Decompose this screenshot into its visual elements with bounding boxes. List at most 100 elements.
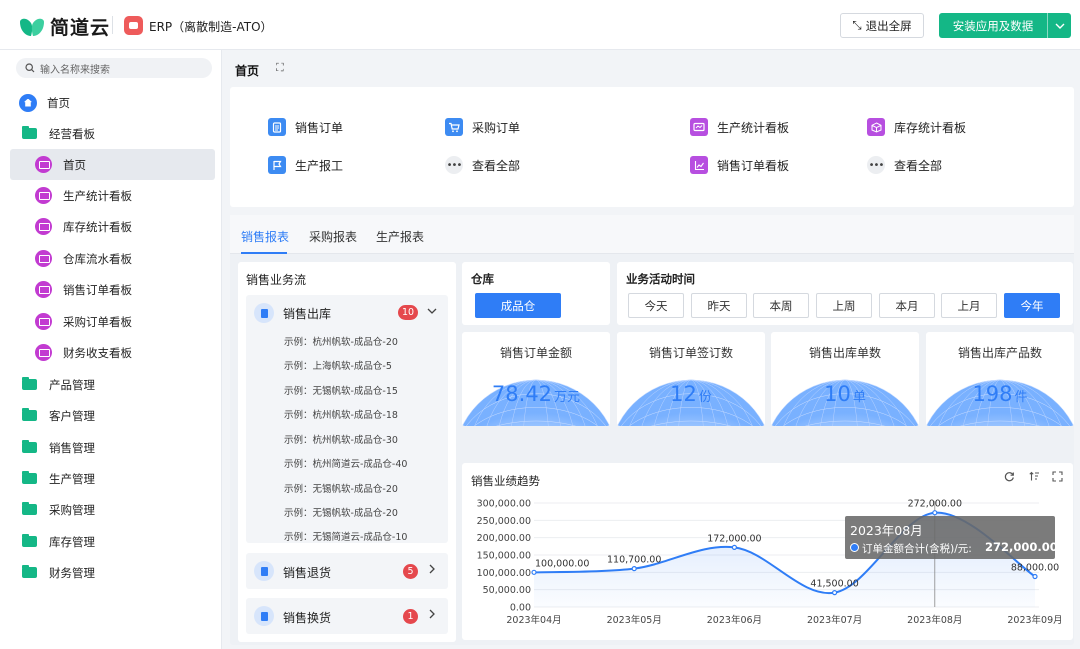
count-badge: 5 bbox=[403, 564, 418, 579]
search-input[interactable]: 输入名称来搜索 bbox=[16, 58, 212, 78]
flag-icon bbox=[268, 156, 286, 174]
sidebar-item-inventory-stats[interactable]: 库存统计看板 bbox=[10, 211, 215, 242]
sidebar-item-warehouse-flow[interactable]: 仓库流水看板 bbox=[10, 243, 215, 274]
kpi-title: 销售出库单数 bbox=[808, 346, 881, 360]
quick-link-view-all-2[interactable]: ••• 查看全部 bbox=[867, 156, 942, 174]
data-point[interactable] bbox=[631, 566, 637, 572]
quick-link-production-stats[interactable]: 生产统计看板 bbox=[690, 118, 789, 136]
sidebar-item-products[interactable]: 产品管理 bbox=[10, 369, 215, 400]
sidebar-item-purchase-orders-dashboard[interactable]: 采购订单看板 bbox=[10, 306, 215, 337]
tab-purchase-report[interactable]: 采购报表 bbox=[309, 228, 357, 245]
sidebar-item-inventory[interactable]: 库存管理 bbox=[10, 526, 215, 557]
sidebar-item-production-stats[interactable]: 生产统计看板 bbox=[10, 180, 215, 211]
data-point[interactable] bbox=[932, 510, 938, 516]
page-title: 首页 bbox=[235, 64, 260, 78]
flow-group-header[interactable]: 销售出库 10 bbox=[246, 295, 448, 327]
flow-group-label: 销售退货 bbox=[283, 566, 332, 580]
time-option-yesterday[interactable]: 昨天 bbox=[691, 293, 747, 318]
chart-icon bbox=[690, 156, 708, 174]
kpi-value: 78.42 万元 bbox=[462, 382, 610, 406]
sidebar-item-sales-orders-dashboard[interactable]: 销售订单看板 bbox=[10, 274, 215, 305]
kpi-value: 12 份 bbox=[617, 382, 765, 406]
data-point[interactable] bbox=[1032, 573, 1038, 580]
dashboard-icon bbox=[34, 281, 52, 298]
quick-link-production-report[interactable]: 生产报工 bbox=[268, 156, 343, 174]
dashboard-icon bbox=[34, 218, 52, 235]
chevron-down-icon[interactable] bbox=[1047, 13, 1071, 38]
quick-link-label: 库存统计看板 bbox=[894, 120, 967, 135]
data-point[interactable] bbox=[731, 544, 737, 550]
list-item[interactable]: 示例：无锡简道云-成品仓-10 bbox=[284, 529, 407, 543]
sidebar-item-label: 采购管理 bbox=[49, 502, 95, 517]
quick-link-label: 生产统计看板 bbox=[717, 120, 790, 135]
sidebar-item-label: 经营看板 bbox=[49, 126, 95, 141]
time-option-this-month[interactable]: 本月 bbox=[879, 293, 935, 318]
list-item[interactable]: 示例：无锡帆软-成品仓-20 bbox=[284, 505, 398, 519]
time-option-this-year[interactable]: 今年 bbox=[1004, 293, 1060, 318]
data-point[interactable] bbox=[832, 590, 838, 596]
x-tick-label: 2023年06月 bbox=[707, 614, 762, 626]
active-tab-indicator bbox=[241, 252, 287, 254]
sidebar-item-home[interactable]: 首页 bbox=[10, 87, 215, 118]
quick-link-view-all[interactable]: ••• 查看全部 bbox=[445, 156, 520, 174]
data-point[interactable] bbox=[531, 569, 537, 575]
y-tick-label: 100,000.00 bbox=[477, 568, 531, 579]
list-item[interactable]: 示例：无锡帆软-成品仓-20 bbox=[284, 481, 398, 495]
sidebar-item-label: 销售订单看板 bbox=[63, 282, 132, 297]
kpi-unit: 件 bbox=[1014, 390, 1028, 405]
top-bar: 简道云 ERP（离散制造-ATO） ⤡ 退出全屏 安装应用及数据 bbox=[0, 0, 1080, 50]
list-item[interactable]: 示例：杭州帆软-成品仓-30 bbox=[284, 432, 398, 446]
list-item[interactable]: 示例：上海帆软-成品仓-5 bbox=[284, 358, 392, 372]
time-option-this-week[interactable]: 本周 bbox=[753, 293, 809, 318]
quick-link-inventory-stats[interactable]: 库存统计看板 bbox=[867, 118, 966, 136]
sales-trend-card: 销售业绩趋势 0.00 50,000.00 100,000.00 150,000… bbox=[462, 463, 1073, 640]
flow-group-sales-exchange[interactable]: 销售换货 1 bbox=[246, 598, 448, 634]
sidebar-item-sales[interactable]: 销售管理 bbox=[10, 432, 215, 463]
sidebar-item-purchasing[interactable]: 采购管理 bbox=[10, 494, 215, 525]
exit-fullscreen-label: 退出全屏 bbox=[865, 18, 912, 33]
quick-link-purchase-order[interactable]: 采购订单 bbox=[445, 118, 520, 136]
activity-time-title: 业务活动时间 bbox=[626, 272, 695, 286]
document-icon bbox=[254, 561, 274, 581]
quick-link-sales-order[interactable]: 销售订单 bbox=[268, 118, 343, 136]
flow-group-sales-outbound: 销售出库 10 示例：杭州帆软-成品仓-20 示例：上海帆软-成品仓-5 示例：… bbox=[246, 295, 448, 543]
quick-link-label: 查看全部 bbox=[472, 158, 521, 173]
sidebar-item-label: 销售管理 bbox=[49, 440, 95, 455]
tab-sales-report[interactable]: 销售报表 bbox=[241, 228, 289, 245]
sidebar-item-dashboard-home[interactable]: 首页 bbox=[10, 149, 215, 180]
sidebar-item-label: 库存统计看板 bbox=[63, 219, 132, 234]
time-option-last-month[interactable]: 上月 bbox=[941, 293, 997, 318]
kpi-card-outbound-orders: 销售出库单数 10 单 bbox=[771, 332, 919, 426]
sidebar: 输入名称来搜索 首页 经营看板 首页 生产统计看板 库存统计看板 仓库流水看板 … bbox=[0, 50, 222, 649]
chart-tooltip: 2023年08月 订单金额合计(含税)/元: 272,000.00 bbox=[845, 516, 1058, 559]
data-label: 172,000.00 bbox=[707, 533, 761, 544]
kpi-number: 10 bbox=[824, 382, 851, 406]
flow-group-sales-return[interactable]: 销售退货 5 bbox=[246, 553, 448, 589]
main-content: 首页 ⛶ 销售订单 采购订单 生产统计看板 库存统计看板 生产报工 ••• 查看… bbox=[222, 50, 1080, 649]
sidebar-item-customers[interactable]: 客户管理 bbox=[10, 400, 215, 431]
list-item[interactable]: 示例：杭州简道云-成品仓-40 bbox=[284, 456, 407, 470]
time-option-last-week[interactable]: 上周 bbox=[816, 293, 872, 318]
sidebar-item-business-dashboards[interactable]: 经营看板 bbox=[10, 118, 215, 149]
list-item[interactable]: 示例：杭州帆软-成品仓-18 bbox=[284, 407, 398, 421]
document-icon bbox=[254, 606, 274, 626]
sidebar-item-production[interactable]: 生产管理 bbox=[10, 463, 215, 494]
sidebar-item-label: 产品管理 bbox=[49, 377, 95, 392]
exit-fullscreen-button[interactable]: ⤡ 退出全屏 bbox=[840, 13, 924, 38]
list-item[interactable]: 示例：无锡帆软-成品仓-15 bbox=[284, 383, 398, 397]
list-item[interactable]: 示例：杭州帆软-成品仓-20 bbox=[284, 334, 398, 348]
install-app-button[interactable]: 安装应用及数据 bbox=[939, 13, 1071, 38]
tab-production-report[interactable]: 生产报表 bbox=[376, 228, 424, 245]
quick-link-sales-orders-dashboard[interactable]: 销售订单看板 bbox=[690, 156, 789, 174]
warehouse-option-finished-goods[interactable]: 成品仓 bbox=[475, 293, 561, 318]
x-tick-label: 2023年07月 bbox=[807, 614, 862, 626]
y-tick-label: 200,000.00 bbox=[477, 533, 531, 544]
tooltip-title: 2023年08月 bbox=[850, 523, 923, 538]
sidebar-item-finance-dashboard[interactable]: 财务收支看板 bbox=[10, 337, 215, 368]
tooltip-series-label: 订单金额合计(含税)/元: bbox=[862, 543, 972, 555]
expand-icon[interactable]: ⛶ bbox=[276, 61, 284, 75]
sidebar-item-label: 首页 bbox=[63, 157, 86, 172]
time-option-today[interactable]: 今天 bbox=[628, 293, 684, 318]
sidebar-item-finance[interactable]: 财务管理 bbox=[10, 557, 215, 588]
logo[interactable]: 简道云 bbox=[18, 13, 110, 40]
